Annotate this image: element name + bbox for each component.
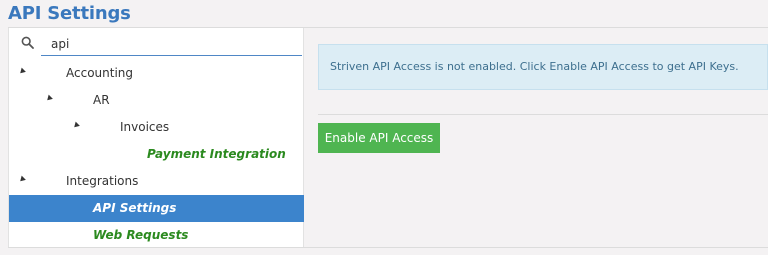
- expand-arrow-icon[interactable]: [18, 175, 26, 184]
- tree-item-label[interactable]: Web Requests: [93, 228, 188, 242]
- search-icon: [21, 36, 34, 49]
- tree-item-api-settings[interactable]: API Settings: [9, 195, 304, 222]
- tree-search-input[interactable]: [41, 32, 302, 56]
- expand-arrow-icon[interactable]: [18, 67, 26, 76]
- tree-item-ar[interactable]: AR: [9, 87, 304, 114]
- settings-container: Accounting AR Invoices Payment Integrati…: [8, 27, 768, 248]
- page-title: API Settings: [8, 3, 131, 24]
- tree-item-integrations[interactable]: Integrations: [9, 168, 304, 195]
- tree-item-payment-integration[interactable]: Payment Integration: [9, 141, 304, 168]
- tree-item-web-requests[interactable]: Web Requests: [9, 222, 304, 249]
- tree-item-label: Invoices: [120, 120, 170, 134]
- expand-arrow-icon[interactable]: [45, 94, 53, 103]
- tree-item-invoices[interactable]: Invoices: [9, 114, 304, 141]
- navigation-tree-panel: Accounting AR Invoices Payment Integrati…: [8, 28, 304, 247]
- tree-item-label: Accounting: [66, 66, 134, 80]
- expand-arrow-icon[interactable]: [72, 121, 80, 130]
- tree-item-label[interactable]: Payment Integration: [147, 147, 286, 161]
- section-divider: [318, 114, 768, 115]
- tree-item-accounting[interactable]: Accounting: [9, 60, 304, 87]
- tree-item-label: AR: [93, 93, 110, 107]
- tree-item-label[interactable]: API Settings: [93, 201, 176, 215]
- tree-search-row: [9, 28, 304, 56]
- tree-item-label: Integrations: [66, 174, 139, 188]
- api-access-info-alert: Striven API Access is not enabled. Click…: [318, 44, 768, 90]
- enable-api-access-button[interactable]: Enable API Access: [318, 123, 440, 153]
